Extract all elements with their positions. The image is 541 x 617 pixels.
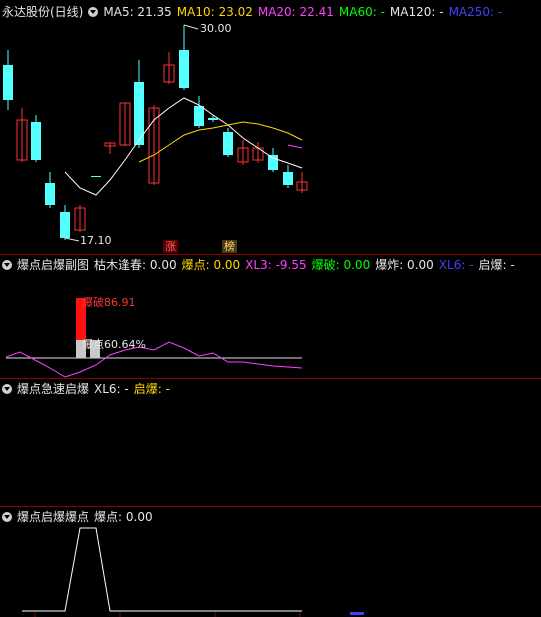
bd-value: 爆点: 0.00 [181,258,241,272]
bz-value: 爆炸: 0.00 [375,258,434,272]
bang-tag[interactable]: 榜 [222,240,237,253]
ma5-line [64,97,303,196]
candle-body [3,65,13,100]
panel4-bd: 爆点: 0.00 [94,510,153,524]
candle-body [45,183,55,205]
panel3-header: 爆点急速启爆 XL6: - 启爆: - [2,381,175,397]
zhang-tag[interactable]: 涨 [163,240,178,253]
bd-annotation: 爆点60.64% [82,338,146,351]
low-leader-line [64,237,80,242]
panel3-qb: 启爆: - [133,382,170,396]
qb-value: 启爆: - [478,258,515,272]
high-price-label: 30.00 [200,22,232,35]
candle-body [179,50,189,88]
dropdown-icon[interactable] [2,512,12,522]
panel4-header: 爆点启爆爆点 爆点: 0.00 [2,509,158,525]
xl6-value: XL6: - [438,258,474,272]
xl3-value: XL3: -9.55 [245,258,307,272]
high-leader-line [183,24,199,30]
candle-body [194,106,204,126]
panel3-xl6: XL6: - [94,382,129,396]
scroll-marker [350,612,364,615]
candle-body [208,118,218,120]
panel4-title[interactable]: 爆点启爆爆点 [17,510,89,524]
candle-body [31,122,41,160]
panel2-title[interactable]: 爆点启爆副图 [17,258,89,272]
panel3-title[interactable]: 爆点急速启爆 [17,382,89,396]
kmfc-value: 枯木逢春: 0.00 [94,258,177,272]
panel2-header: 爆点启爆副图 枯木逢春: 0.00 爆点: 0.00 XL3: -9.55 爆破: 0.… [2,257,520,273]
panel-separator [0,506,541,507]
candle-body [60,212,70,238]
dropdown-icon[interactable] [2,384,12,394]
candle-body [268,155,278,170]
panel-separator [0,254,541,255]
bp-value: 爆破: 0.00 [311,258,371,272]
bp-annotation: 爆破86.91 [82,296,136,309]
ma20-line [287,144,303,149]
candle-body [283,172,293,185]
bd-line [22,527,302,612]
xl3-line [5,341,303,378]
candle-body [91,176,101,177]
low-price-label: 17.10 [80,234,112,247]
panel-separator [0,378,541,379]
candle-body [223,132,233,155]
dropdown-icon[interactable] [2,260,12,270]
